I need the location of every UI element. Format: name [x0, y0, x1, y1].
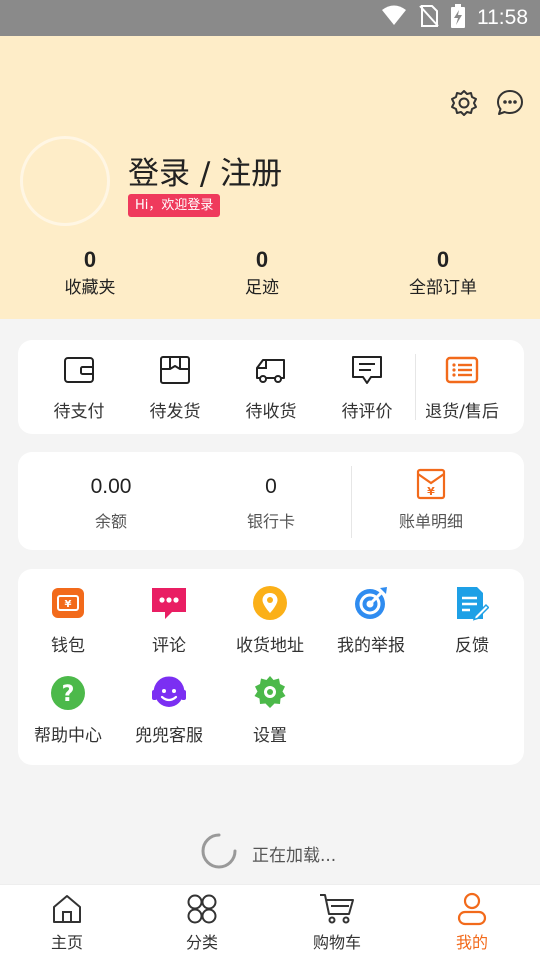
nav-label: 购物车 [312, 933, 361, 952]
nav-label: 我的 [455, 933, 488, 952]
stat-label: 足迹 [245, 278, 279, 298]
nav-profile[interactable]: 我的 [422, 892, 522, 953]
service-help-center[interactable]: ? 帮助中心 [18, 675, 118, 747]
service-feedback[interactable]: 反馈 [422, 587, 522, 657]
svg-text:¥: ¥ [427, 485, 435, 498]
stat-all-orders[interactable]: 0 全部订单 [363, 246, 523, 300]
service-address[interactable]: 收货地址 [220, 585, 320, 657]
order-pending-shipment[interactable]: 待发货 [127, 356, 223, 423]
status-time: 11:58 [477, 6, 528, 29]
gear-icon [449, 88, 479, 122]
order-label: 待收货 [245, 402, 297, 422]
nav-cart[interactable]: 购物车 [287, 893, 387, 953]
spinner-icon [200, 832, 238, 874]
stat-favorites[interactable]: 0 收藏夹 [10, 246, 170, 300]
wallet-icon [63, 354, 95, 390]
service-customer-service[interactable]: 兜兜客服 [119, 675, 219, 747]
nav-label: 主页 [50, 933, 83, 952]
service-label: 钱包 [51, 636, 85, 656]
message-bubble-icon [495, 88, 525, 122]
help-icon: ? [50, 675, 86, 715]
order-label: 待评价 [341, 402, 393, 422]
category-icon [186, 893, 218, 929]
order-label: 待发货 [149, 402, 201, 422]
order-pending-review[interactable]: 待评价 [319, 356, 415, 423]
target-icon [353, 585, 389, 625]
loading-indicator: 正在加载... [200, 832, 337, 874]
bill-icon: ¥ [416, 468, 446, 504]
bottom-navigation: 主页 分类 购物车 我的 [0, 884, 540, 960]
order-label: 退货/售后 [425, 402, 499, 422]
nav-home[interactable]: 主页 [17, 893, 117, 953]
feedback-icon [455, 585, 490, 625]
service-wallet[interactable]: ¥ 钱包 [18, 587, 118, 657]
settings-button[interactable] [449, 90, 479, 120]
bank-card-label: 银行卡 [246, 512, 295, 531]
order-return-aftersales[interactable]: 退货/售后 [414, 356, 510, 423]
box-icon [159, 354, 191, 390]
customer-service-icon [151, 675, 187, 715]
stat-value: 0 [436, 247, 450, 272]
service-label: 评论 [152, 636, 186, 656]
comment-icon [351, 354, 383, 390]
stat-label: 收藏夹 [64, 278, 116, 298]
stat-value: 0 [255, 247, 269, 272]
order-pending-payment[interactable]: 待支付 [31, 356, 127, 423]
wifi-icon [381, 5, 407, 31]
truck-icon [254, 354, 288, 390]
stat-footprints[interactable]: 0 足迹 [182, 246, 342, 300]
profile-icon [456, 892, 488, 930]
settings-gear-icon [252, 675, 288, 715]
service-label: 帮助中心 [34, 726, 102, 746]
battery-charging-icon [451, 4, 465, 32]
messages-button[interactable] [495, 90, 525, 120]
service-label: 反馈 [455, 636, 489, 656]
service-label: 收货地址 [236, 636, 304, 656]
service-settings[interactable]: 设置 [220, 675, 320, 747]
bill-label: 账单明细 [398, 512, 463, 531]
return-list-icon [445, 356, 479, 388]
stat-label: 全部订单 [409, 278, 477, 298]
service-label: 设置 [253, 726, 287, 746]
orders-card: 待支付 待发货 待收货 待评价 退货/售后 [18, 340, 524, 434]
order-label: 待支付 [53, 402, 105, 422]
review-icon [150, 586, 188, 624]
bank-card-value: 0 [265, 475, 277, 498]
order-pending-receipt[interactable]: 待收货 [223, 356, 319, 423]
profile-header: 登录 / 注册 Hi，欢迎登录 0 收藏夹 0 足迹 0 全部订单 [0, 36, 540, 319]
svg-text:¥: ¥ [65, 599, 72, 610]
service-label: 我的举报 [337, 636, 405, 656]
svg-text:?: ? [62, 682, 75, 707]
login-register-link[interactable]: 登录 / 注册 [128, 148, 282, 193]
services-card: ¥ 钱包 评论 收货地址 我的举报 反馈 ? 帮助中心 兜兜客服 设置 [18, 569, 524, 765]
nav-category[interactable]: 分类 [152, 893, 252, 953]
loading-text: 正在加载... [252, 845, 337, 866]
home-icon [51, 893, 83, 929]
avatar[interactable] [20, 136, 110, 226]
stat-value: 0 [83, 247, 97, 272]
balance-value: 0.00 [90, 475, 132, 498]
no-sim-icon [419, 4, 439, 32]
welcome-badge: Hi，欢迎登录 [128, 194, 221, 217]
balance-label: 余额 [94, 512, 127, 531]
status-bar: 11:58 [0, 0, 540, 36]
service-label: 兜兜客服 [135, 726, 203, 746]
service-my-reports[interactable]: 我的举报 [321, 587, 421, 657]
finance-card: 0.00 余额 0 银行卡 ¥ 账单明细 [18, 452, 524, 550]
nav-label: 分类 [185, 933, 218, 952]
cart-icon [319, 892, 355, 930]
wallet-orange-icon: ¥ [51, 587, 85, 623]
location-icon [252, 585, 288, 625]
service-review[interactable]: 评论 [119, 587, 219, 657]
